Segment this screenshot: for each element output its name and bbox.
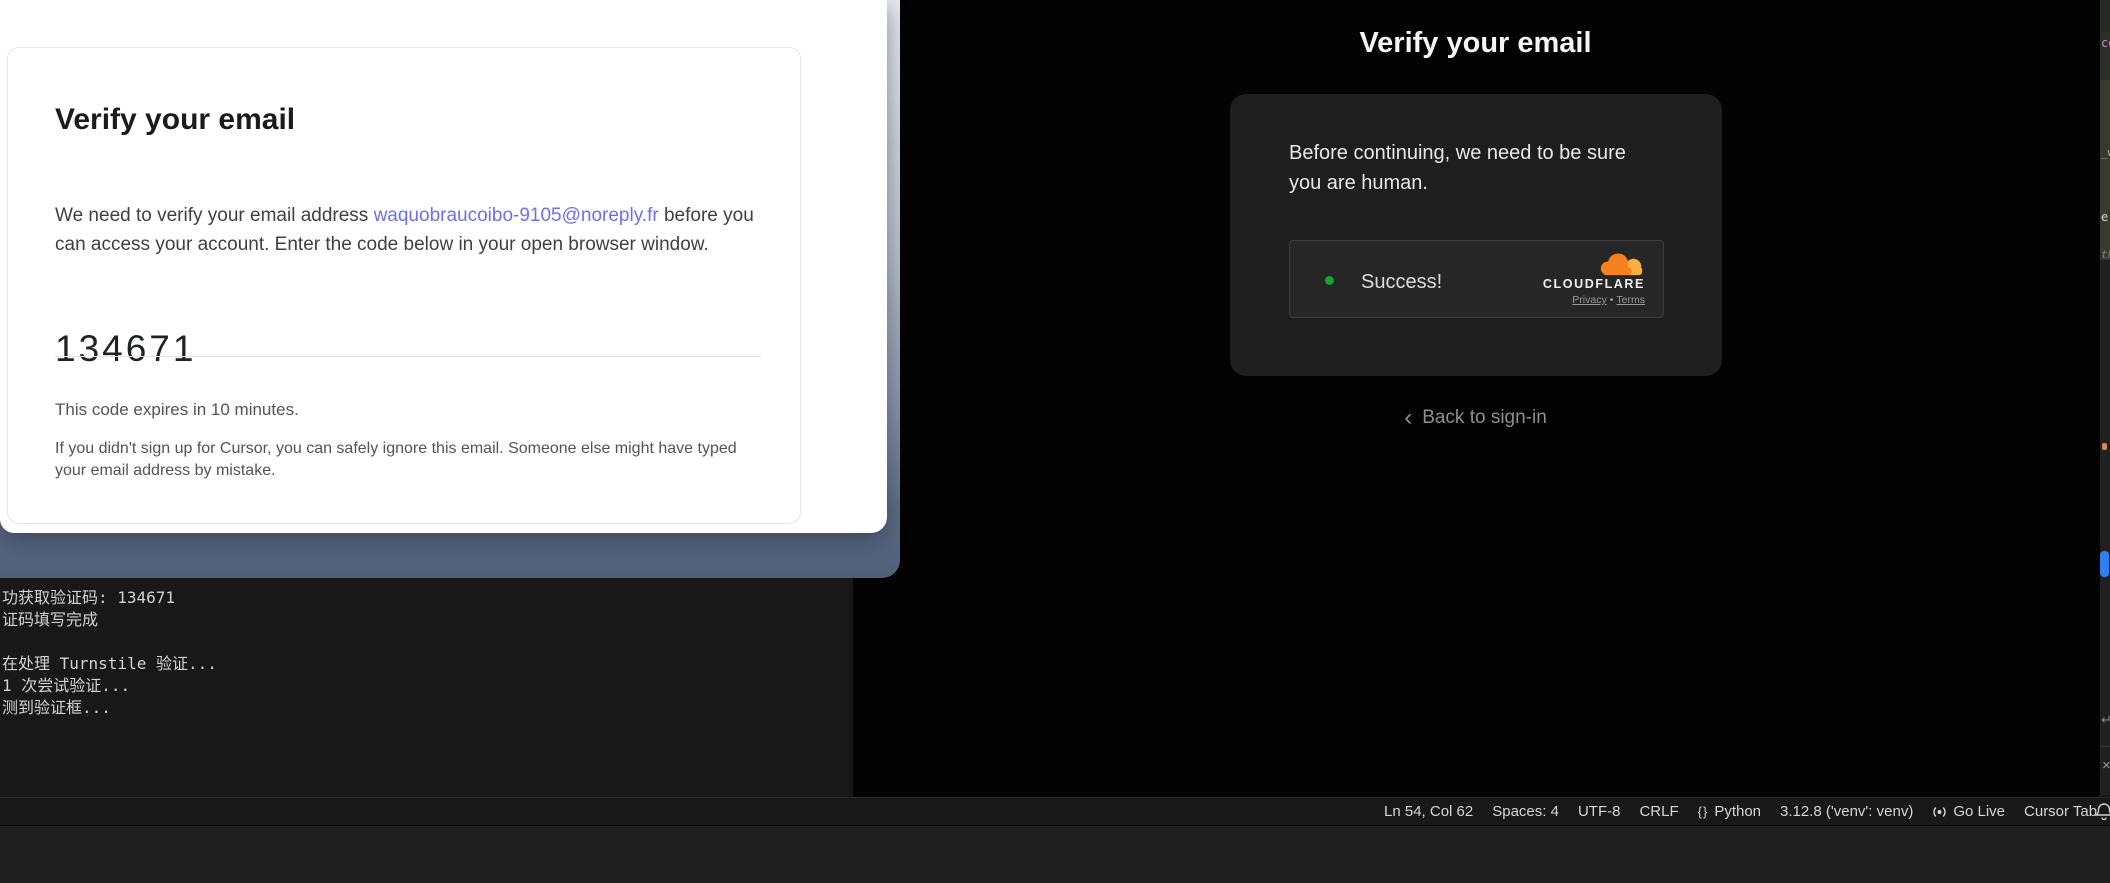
code-fragment: co [2101, 36, 2110, 50]
turnstile-links: Privacy •Terms [1572, 294, 1645, 306]
language-mode-indicator[interactable]: {} Python [1698, 803, 1761, 820]
human-check-prompt: Before continuing, we need to be sure yo… [1289, 138, 1657, 198]
windows-taskbar: 中 S 1:43 PM 2/12/2025 z [0, 825, 2110, 883]
terminal-line: 在处理 Turnstile 验证... [2, 650, 217, 672]
close-icon[interactable]: × [2102, 757, 2110, 774]
python-interpreter-indicator[interactable]: 3.12.8 ('venv': venv) [1780, 803, 1913, 820]
code-expiry-note: This code expires in 10 minutes. [55, 400, 299, 420]
code-fragment: er [2101, 210, 2110, 224]
cloudflare-turnstile-widget: Success! CLOUDFLARE Privacy •Terms [1289, 240, 1664, 318]
status-bar: Ln 54, Col 62 Spaces: 4 UTF-8 CRLF {} Py… [0, 797, 2110, 825]
privacy-link[interactable]: Privacy [1572, 294, 1606, 306]
terms-link[interactable]: Terms [1616, 294, 1645, 306]
email-disclaimer: If you didn't sign up for Cursor, you ca… [55, 438, 755, 481]
terminal-line [2, 628, 217, 650]
language-label: Python [1714, 803, 1761, 820]
terminal-line: 1 次尝试验证... [2, 672, 217, 694]
email-address-link[interactable]: waquobraucoibo-9105@noreply.fr [374, 205, 659, 226]
terminal-line: 功获取验证码: 134671 [2, 584, 217, 606]
email-viewer-window: Verify your email We need to verify your… [0, 0, 887, 533]
cloudflare-wordmark: CLOUDFLARE [1543, 277, 1645, 291]
divider [55, 356, 761, 357]
email-body-pre: We need to verify your email address [55, 205, 374, 226]
code-fragment: th [2101, 248, 2110, 261]
chevron-left-icon: ‹ [1404, 408, 1412, 428]
cursor-position-indicator[interactable]: Ln 54, Col 62 [1384, 803, 1473, 820]
cloudflare-cloud-icon [1598, 252, 1645, 277]
cursor-tab-indicator[interactable]: Cursor Tab [2024, 803, 2097, 820]
scrollbar-thumb[interactable] [2100, 551, 2109, 577]
encoding-indicator[interactable]: UTF-8 [1578, 803, 1621, 820]
verification-code: 134671 [55, 328, 196, 370]
sliver-segment [2100, 0, 2110, 32]
go-live-button[interactable]: Go Live [1932, 803, 2005, 820]
turnstile-status: Success! [1361, 271, 1442, 294]
terminal-panel[interactable]: 功获取验证码: 134671 证码填写完成 在处理 Turnstile 验证..… [0, 578, 853, 797]
back-to-sign-in-link[interactable]: ‹ Back to sign-in [853, 407, 2098, 429]
human-check-card: Before continuing, we need to be sure yo… [1230, 94, 1722, 376]
terminal-line: 测到验证框... [2, 694, 217, 716]
bullet-separator: • [1610, 294, 1614, 306]
indentation-indicator[interactable]: Spaces: 4 [1492, 803, 1559, 820]
browser-window: Verify your email Before continuing, we … [853, 0, 2098, 797]
code-fragment: _w [2101, 146, 2110, 159]
email-body: We need to verify your email address waq… [55, 201, 765, 259]
sliver-segment [2100, 80, 2110, 260]
email-title: Verify your email [55, 103, 295, 137]
desktop-screen: 功获取验证码: 134671 证码填写完成 在处理 Turnstile 验证..… [0, 0, 2110, 883]
go-live-label: Go Live [1953, 803, 2005, 820]
braces-icon: {} [1698, 804, 1709, 819]
success-dot-icon [1325, 276, 1334, 285]
back-to-sign-in-label: Back to sign-in [1422, 407, 1547, 429]
status-bar-right-items: Ln 54, Col 62 Spaces: 4 UTF-8 CRLF {} Py… [1384, 798, 2097, 825]
eol-indicator[interactable]: CRLF [1639, 803, 1678, 820]
terminal-output: 功获取验证码: 134671 证码填写完成 在处理 Turnstile 验证..… [2, 584, 217, 716]
background-editor-sliver: co _w er th ↵ × [2098, 0, 2110, 795]
verification-email-card: Verify your email We need to verify your… [7, 47, 801, 524]
divider [2100, 746, 2110, 747]
broadcast-icon [1932, 805, 1947, 819]
return-arrow-icon: ↵ [2101, 712, 2110, 728]
page-title: Verify your email [853, 27, 2098, 60]
notifications-bell-icon[interactable] [2094, 802, 2110, 822]
modified-dot-icon [2102, 443, 2107, 450]
terminal-line: 证码填写完成 [2, 606, 217, 628]
